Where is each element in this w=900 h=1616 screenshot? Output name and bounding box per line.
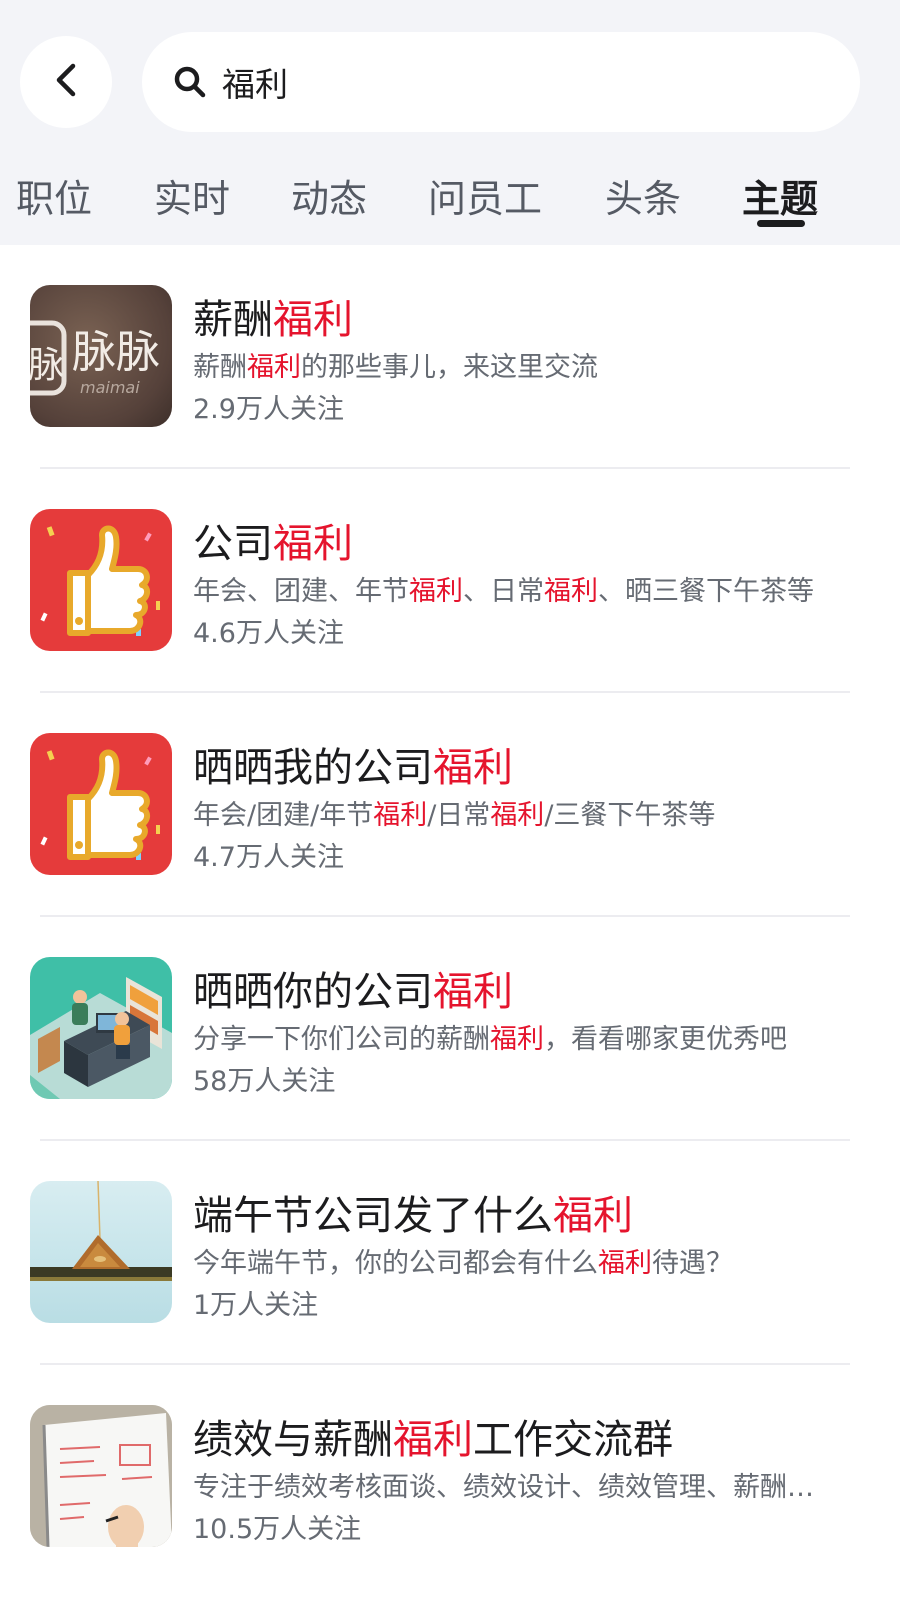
- tab-ask-employees[interactable]: 问员工: [428, 168, 542, 223]
- thumbs-up-thumbnail: [30, 733, 172, 875]
- topic-description: 年会/团建/年节福利/日常福利/三餐下午茶等: [193, 800, 716, 831]
- topic-title: 绩效与薪酬福利工作交流群: [193, 1417, 673, 1463]
- svg-text:maimai: maimai: [80, 378, 140, 397]
- topic-description: 薪酬福利的那些事儿，来这里交流: [193, 352, 598, 383]
- list-item[interactable]: 绩效与薪酬福利工作交流群 专注于绩效考核面谈、绩效设计、绩效管理、薪酬设计 10…: [0, 1365, 900, 1589]
- logo-char: 脉: [30, 345, 64, 386]
- tab-topics[interactable]: 主题: [742, 168, 818, 223]
- tab-headlines[interactable]: 头条: [605, 168, 681, 223]
- list-item[interactable]: 晒晒你的公司福利 分享一下你们公司的薪酬福利，看看哪家更优秀吧 58万人关注: [0, 917, 900, 1141]
- tab-bar: 职位 实时 动态 问员工 头条 主题: [0, 160, 900, 245]
- search-query[interactable]: 福利: [222, 58, 288, 106]
- active-tab-indicator: [757, 220, 805, 227]
- topic-title: 端午节公司发了什么福利: [193, 1193, 633, 1239]
- office-illustration-thumbnail: [30, 957, 172, 1099]
- follower-count: 4.7万人关注: [193, 842, 344, 873]
- follower-count: 4.6万人关注: [193, 618, 344, 649]
- list-item[interactable]: 公司福利 年会、团建、年节福利、日常福利、晒三餐下午茶等 4.6万人关注: [0, 469, 900, 693]
- chevron-left-icon: [51, 63, 81, 101]
- search-input[interactable]: 福利: [142, 32, 860, 132]
- back-button[interactable]: [20, 36, 112, 128]
- header: 福利 职位 实时 动态 问员工 头条 主题: [0, 0, 900, 245]
- follower-count: 58万人关注: [193, 1066, 336, 1097]
- svg-text:脉脉: 脉脉: [72, 327, 160, 378]
- whiteboard-photo-thumbnail: [30, 1405, 172, 1547]
- list-item[interactable]: 晒晒我的公司福利 年会/团建/年节福利/日常福利/三餐下午茶等 4.7万人关注: [0, 693, 900, 917]
- maimai-logo-thumbnail: 脉 脉脉 maimai: [30, 285, 172, 427]
- thumbs-up-thumbnail: [30, 509, 172, 651]
- tab-realtime[interactable]: 实时: [154, 168, 230, 223]
- list-item[interactable]: 端午节公司发了什么福利 今年端午节，你的公司都会有什么福利待遇？ 1万人关注: [0, 1141, 900, 1365]
- tab-posts[interactable]: 动态: [291, 168, 367, 223]
- tab-jobs[interactable]: 职位: [16, 168, 92, 223]
- follower-count: 2.9万人关注: [193, 394, 344, 425]
- follower-count: 1万人关注: [193, 1290, 319, 1321]
- topic-description: 分享一下你们公司的薪酬福利，看看哪家更优秀吧: [193, 1024, 787, 1055]
- topic-description: 今年端午节，你的公司都会有什么福利待遇？: [193, 1248, 733, 1279]
- topic-title: 晒晒你的公司福利: [193, 969, 513, 1015]
- topic-description: 专注于绩效考核面谈、绩效设计、绩效管理、薪酬设计: [193, 1472, 833, 1503]
- list-item[interactable]: 脉 脉脉 maimai 薪酬福利 薪酬福利的那些事儿，来这里交流 2.9万人关注: [0, 245, 900, 469]
- topic-list: 脉 脉脉 maimai 薪酬福利 薪酬福利的那些事儿，来这里交流 2.9万人关注…: [0, 245, 900, 1589]
- topic-title: 晒晒我的公司福利: [193, 745, 513, 791]
- topic-title: 薪酬福利: [193, 297, 353, 343]
- topic-description: 年会、团建、年节福利、日常福利、晒三餐下午茶等: [193, 576, 814, 607]
- follower-count: 10.5万人关注: [193, 1514, 362, 1545]
- search-icon: [172, 64, 208, 100]
- topic-title: 公司福利: [193, 521, 353, 567]
- zongzi-photo-thumbnail: [30, 1181, 172, 1323]
